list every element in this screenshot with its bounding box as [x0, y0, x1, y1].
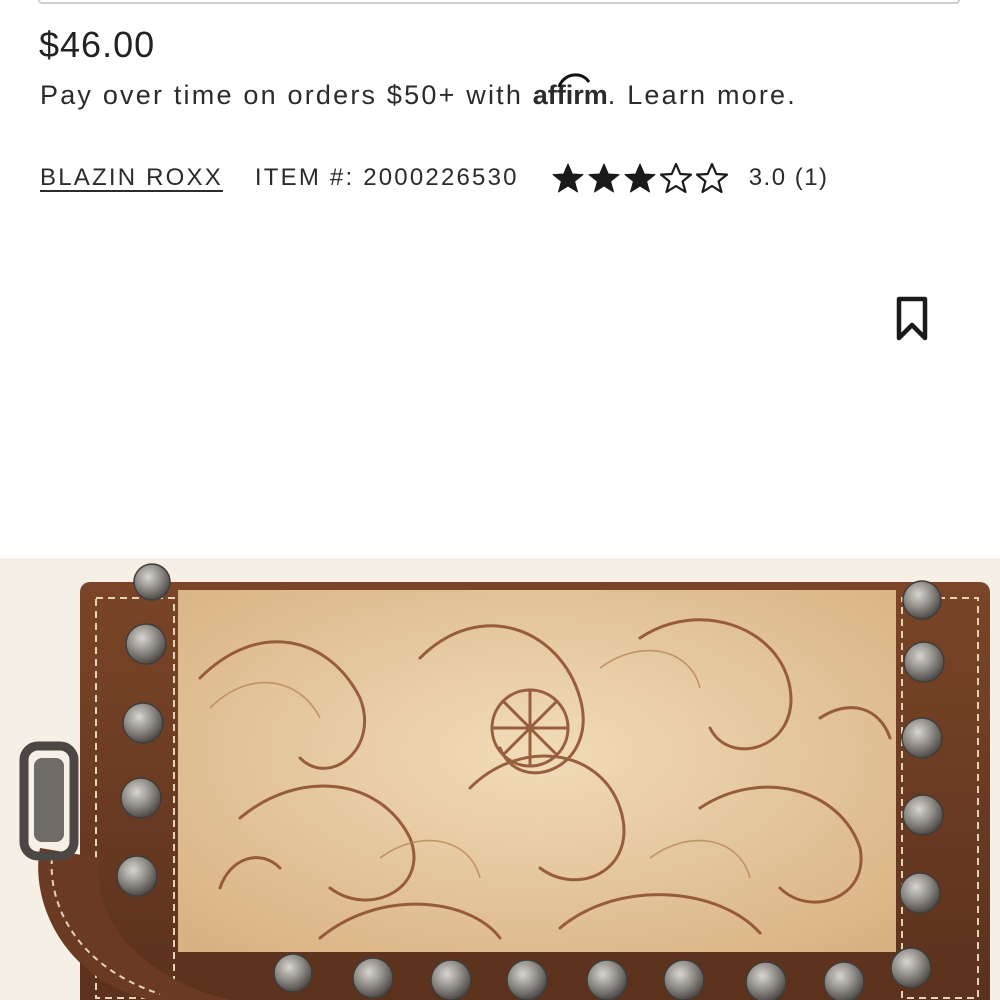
- star-filled-icon: [552, 163, 584, 193]
- product-image: [0, 558, 1000, 1000]
- star-filled-icon: [624, 163, 656, 193]
- brand-link[interactable]: BLAZIN ROXX: [40, 164, 223, 192]
- affirm-logo: affirm: [533, 73, 608, 111]
- search-box-edge[interactable]: [38, 0, 960, 4]
- star-outline-icon: [695, 162, 728, 194]
- financing-suffix: .: [607, 80, 628, 110]
- bookmark-icon[interactable]: [894, 296, 930, 342]
- item-number: ITEM #: 2000226530: [254, 164, 519, 191]
- financing-prefix: Pay over time on orders $50+ with: [40, 80, 533, 110]
- rating-summary[interactable]: 3.0 (1): [749, 164, 829, 192]
- product-price: $46.00: [39, 24, 156, 65]
- learn-more-link[interactable]: Learn more.: [627, 80, 797, 110]
- star-filled-icon: [588, 163, 620, 193]
- financing-message: Pay over time on orders $50+ with affirm…: [40, 73, 797, 111]
- rating-stars[interactable]: [551, 161, 729, 195]
- star-outline-icon: [659, 162, 692, 194]
- product-meta-row: BLAZIN ROXX ITEM #: 2000226530 3.0 (1): [40, 160, 829, 196]
